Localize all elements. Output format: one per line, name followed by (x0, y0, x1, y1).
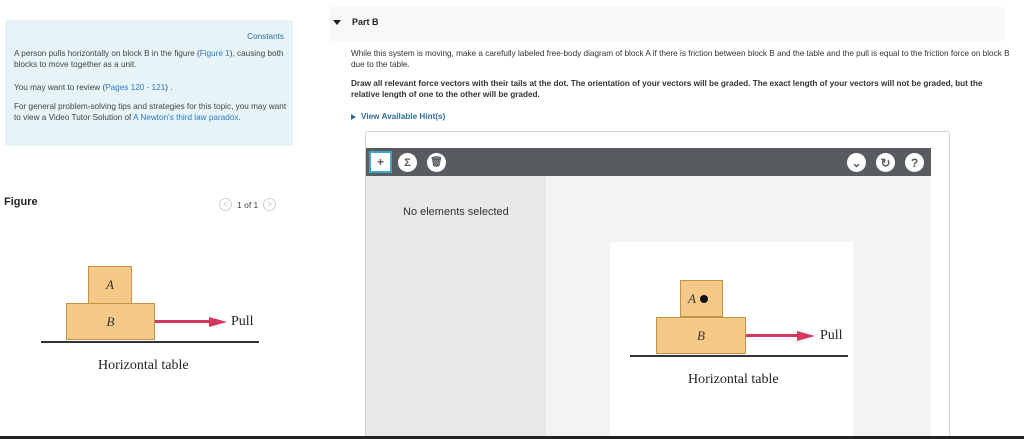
constants-link[interactable]: Constants (247, 31, 284, 42)
instructions-text: Draw all relevant force vectors with the… (351, 79, 983, 99)
chevron-down-icon[interactable]: ⌄ (847, 153, 866, 172)
canvas-block-a: A (680, 280, 723, 317)
part-b-title: Part B (352, 17, 379, 27)
pull-arrow-shaft (155, 320, 210, 323)
help-icon[interactable]: ? (905, 153, 924, 172)
intro-text: A person pulls horizontally on block B i… (14, 49, 200, 58)
tutor-link[interactable]: A Newton's third law paradox (133, 113, 238, 122)
figure-link[interactable]: Figure 1 (200, 49, 230, 58)
trash-icon[interactable]: 🗑 (427, 153, 446, 172)
pager-count: 1 of 1 (237, 199, 259, 210)
pull-label: Pull (231, 314, 254, 329)
view-hints-link[interactable]: View Available Hint(s) (351, 112, 445, 121)
intro-paragraph: A person pulls horizontally on block B i… (14, 48, 288, 70)
review-text: You may want to review ( (14, 83, 106, 92)
constants-panel: Constants A person pulls horizontally on… (5, 20, 293, 146)
no-selection-text: No elements selected (403, 206, 509, 218)
hint-label: View Available Hint(s) (361, 112, 446, 121)
part-b-header[interactable] (330, 7, 1005, 41)
next-figure-button[interactable]: > (263, 198, 277, 211)
canvas-block-b: B (656, 317, 746, 354)
pull-arrow-head (209, 316, 227, 327)
figure-heading: Figure (4, 196, 38, 208)
collapse-icon[interactable] (333, 20, 341, 25)
table-surface (41, 341, 259, 343)
canvas-pull-label: Pull (820, 328, 843, 343)
table-label: Horizontal table (98, 358, 189, 373)
question-text: While this system is moving, make a care… (351, 49, 1010, 69)
canvas-block-a-label: A (688, 290, 696, 306)
reset-icon[interactable]: ↻ (876, 153, 895, 172)
prev-figure-button[interactable]: < (219, 198, 232, 211)
review-text-end: ) . (165, 83, 173, 92)
review-paragraph: You may want to review (Pages 120 - 121)… (14, 82, 288, 93)
canvas-pull-arrow-shaft (746, 334, 798, 337)
tips-text-end: . (238, 113, 241, 122)
canvas-pull-arrow-head (797, 330, 815, 341)
canvas-table-label: Horizontal table (688, 372, 779, 387)
figure-pager: < 1 of 1 > (219, 198, 277, 211)
expand-icon (351, 113, 356, 120)
sum-vector-button[interactable]: Σ (398, 153, 417, 172)
add-vector-button[interactable]: + (369, 151, 392, 173)
block-b: B (66, 303, 155, 340)
block-a: A (88, 266, 132, 304)
tips-paragraph: For general problem-solving tips and str… (14, 101, 288, 123)
attachment-dot[interactable] (699, 294, 708, 303)
canvas-table-surface (630, 355, 848, 357)
pages-link[interactable]: Pages 120 - 121 (105, 83, 165, 92)
